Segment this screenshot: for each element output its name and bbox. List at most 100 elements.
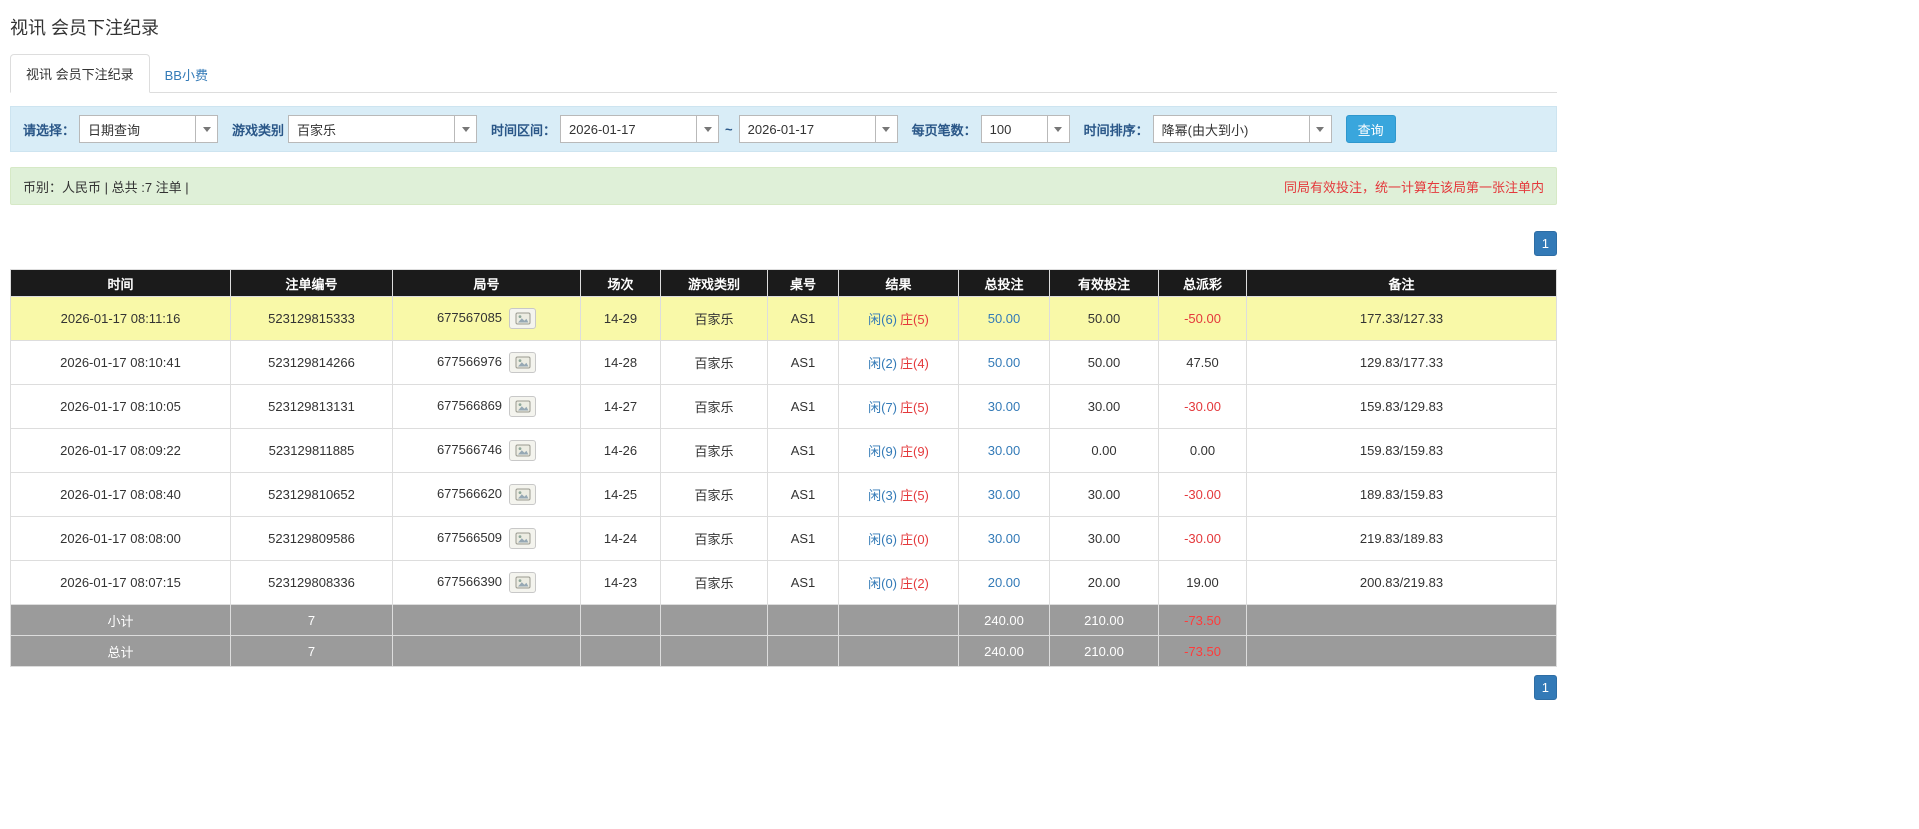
game-type-label: 游戏类别 xyxy=(232,122,285,138)
cell-round-no: 677567085 xyxy=(392,296,581,341)
player-result: 闲(3) xyxy=(868,488,897,503)
subtotal-label: 小计 xyxy=(10,604,231,636)
cell-payout: 0.00 xyxy=(1158,428,1247,473)
game-type-value[interactable]: 百家乐 xyxy=(288,115,455,143)
page-1-button[interactable]: 1 xyxy=(1533,675,1557,700)
date-to-value[interactable]: 2026-01-17 xyxy=(738,115,875,143)
cell-table-no: AS1 xyxy=(767,428,839,473)
total-bet-link[interactable]: 50.00 xyxy=(988,311,1021,326)
valid-bet-notice-text: 同局有效投注，统一计算在该局第一张注单内 xyxy=(1283,179,1544,195)
cell-note: 129.83/177.33 xyxy=(1246,340,1557,385)
table-row: 2026-01-17 08:07:15 523129808336 6775663… xyxy=(10,560,1557,605)
cell-empty xyxy=(660,635,768,667)
cell-result: 闲(9) 庄(9) xyxy=(838,428,959,473)
cell-time: 2026-01-17 08:08:00 xyxy=(10,516,231,561)
view-cards-button[interactable] xyxy=(509,396,537,417)
total-bet-link[interactable]: 30.00 xyxy=(988,487,1021,502)
cell-note: 200.83/219.83 xyxy=(1246,560,1557,605)
cell-table-no: AS1 xyxy=(767,560,839,605)
time-sort-dropdown-button[interactable] xyxy=(1308,115,1332,143)
cell-order-no: 523129809586 xyxy=(230,516,393,561)
tab-bar: 视讯 会员下注纪录 BB小费 xyxy=(10,54,1557,93)
cell-result: 闲(0) 庄(2) xyxy=(838,560,959,605)
cell-empty xyxy=(1246,635,1557,667)
cell-total-bet: 30.00 xyxy=(958,428,1050,473)
banker-result: 庄(5) xyxy=(900,488,929,503)
table-row: 2026-01-17 08:08:40 523129810652 6775666… xyxy=(10,472,1557,517)
cell-empty xyxy=(767,635,839,667)
cell-game-type: 百家乐 xyxy=(660,384,768,429)
cell-session: 14-24 xyxy=(580,516,661,561)
date-range-tilde: ~ xyxy=(725,121,733,137)
total-bet-link[interactable]: 30.00 xyxy=(988,399,1021,414)
player-result: 闲(9) xyxy=(868,444,897,459)
cell-payout: -50.00 xyxy=(1158,296,1247,341)
cell-empty xyxy=(767,604,839,636)
date-from-value[interactable]: 2026-01-17 xyxy=(560,115,697,143)
total-row: 总计 7 240.00 210.00 -73.50 xyxy=(10,635,1557,667)
page-1-button[interactable]: 1 xyxy=(1533,231,1557,256)
total-valid-bet: 210.00 xyxy=(1049,635,1159,667)
cell-round-no: 677566620 xyxy=(392,472,581,517)
view-cards-button[interactable] xyxy=(509,308,537,329)
total-bet-link[interactable]: 20.00 xyxy=(988,575,1021,590)
chevron-down-icon xyxy=(882,126,891,132)
cell-round-no: 677566509 xyxy=(392,516,581,561)
cell-total-bet: 50.00 xyxy=(958,340,1050,385)
cell-empty xyxy=(660,604,768,636)
view-cards-button[interactable] xyxy=(509,440,537,461)
view-cards-button[interactable] xyxy=(509,572,537,593)
tab-bb-tip[interactable]: BB小费 xyxy=(150,56,223,93)
tab-bet-records[interactable]: 视讯 会员下注纪录 xyxy=(10,54,150,93)
table-row: 2026-01-17 08:09:22 523129811885 6775667… xyxy=(10,428,1557,473)
time-sort-value[interactable]: 降幂(由大到小) xyxy=(1152,115,1309,143)
banker-result: 庄(9) xyxy=(900,444,929,459)
view-cards-button[interactable] xyxy=(509,352,537,373)
page-size-dropdown-button[interactable] xyxy=(1046,115,1070,143)
summary-bar: 币别：人民币 | 总共 :7 注单 | 同局有效投注，统一计算在该局第一张注单内 xyxy=(10,167,1557,205)
view-cards-button[interactable] xyxy=(509,484,537,505)
cell-time: 2026-01-17 08:11:16 xyxy=(10,296,231,341)
total-bet-link[interactable]: 50.00 xyxy=(988,355,1021,370)
subtotal-valid-bet: 210.00 xyxy=(1049,604,1159,636)
cell-round-no: 677566976 xyxy=(392,340,581,385)
player-result: 闲(6) xyxy=(868,312,897,327)
total-bet-link[interactable]: 30.00 xyxy=(988,443,1021,458)
banker-result: 庄(5) xyxy=(900,312,929,327)
column-header-9: 总派彩 xyxy=(1158,269,1247,297)
select-type-value[interactable]: 日期查询 xyxy=(79,115,196,143)
cell-empty xyxy=(392,635,581,667)
round-no-text: 677566976 xyxy=(436,353,503,369)
page-title: 视讯 会员下注纪录 xyxy=(10,18,160,38)
cell-order-no: 523129815333 xyxy=(230,296,393,341)
currency-total-text: 币别：人民币 | 总共 :7 注单 | xyxy=(23,179,189,195)
cell-result: 闲(6) 庄(5) xyxy=(838,296,959,341)
cell-payout: -30.00 xyxy=(1158,516,1247,561)
select-type-combobox: 日期查询 xyxy=(79,115,219,143)
cell-session: 14-25 xyxy=(580,472,661,517)
cell-session: 14-28 xyxy=(580,340,661,385)
date-to-dropdown-button[interactable] xyxy=(874,115,898,143)
table-row: 2026-01-17 08:10:41 523129814266 6775669… xyxy=(10,340,1557,385)
table-row: 2026-01-17 08:08:00 523129809586 6775665… xyxy=(10,516,1557,561)
search-button[interactable]: 查询 xyxy=(1345,115,1396,143)
cell-valid-bet: 30.00 xyxy=(1049,384,1159,429)
table-row: 2026-01-17 08:10:05 523129813131 6775668… xyxy=(10,384,1557,429)
view-cards-button[interactable] xyxy=(509,528,537,549)
cell-order-no: 523129810652 xyxy=(230,472,393,517)
game-result-icon xyxy=(515,576,531,589)
round-no-text: 677566746 xyxy=(436,441,503,457)
page-size-value[interactable]: 100 xyxy=(980,115,1047,143)
column-header-8: 有效投注 xyxy=(1049,269,1159,297)
cell-table-no: AS1 xyxy=(767,516,839,561)
cell-note: 189.83/159.83 xyxy=(1246,472,1557,517)
total-bet-link[interactable]: 30.00 xyxy=(988,531,1021,546)
cell-total-bet: 30.00 xyxy=(958,384,1050,429)
total-total-bet: 240.00 xyxy=(958,635,1050,667)
date-from-dropdown-button[interactable] xyxy=(696,115,720,143)
game-result-icon xyxy=(515,356,531,369)
cell-empty xyxy=(838,604,959,636)
game-type-dropdown-button[interactable] xyxy=(454,115,478,143)
select-type-dropdown-button[interactable] xyxy=(195,115,219,143)
table-wrap: 时间 注单编号 局号 场次 游戏类别 桌号 结果 总投注 有效投注 总派彩 备注 2026-01-1… xyxy=(10,269,1557,667)
